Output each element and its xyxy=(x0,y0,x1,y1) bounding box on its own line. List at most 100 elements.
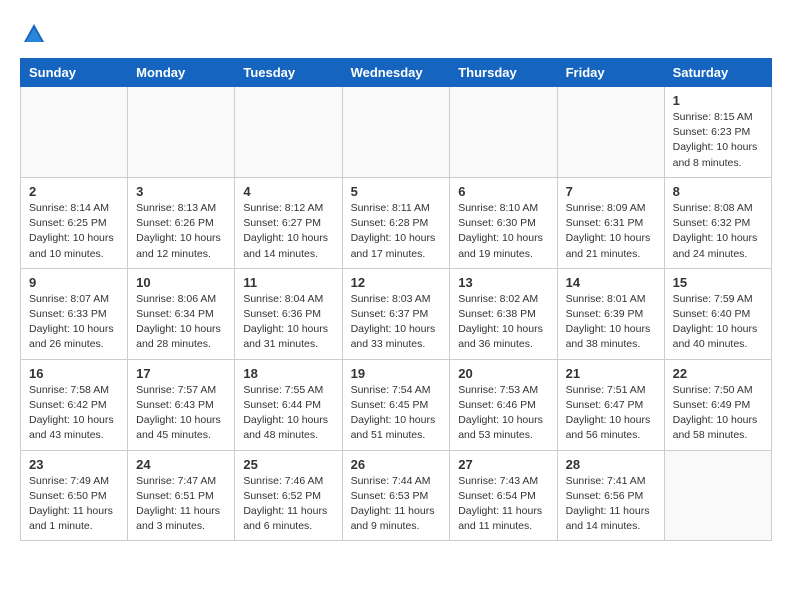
day-info: Sunrise: 7:55 AM Sunset: 6:44 PM Dayligh… xyxy=(243,383,333,444)
calendar-cell: 26 Sunrise: 7:44 AM Sunset: 6:53 PM Dayli… xyxy=(342,450,450,541)
calendar-cell: 1Sunrise: 8:15 AM Sunset: 6:23 PM Daylig… xyxy=(664,87,771,178)
day-number: 16 xyxy=(29,366,119,381)
calendar-cell: 12 Sunrise: 8:03 AM Sunset: 6:37 PM Dayli… xyxy=(342,268,450,359)
week-row-3: 9 Sunrise: 8:07 AM Sunset: 6:33 PM Daylig… xyxy=(21,268,772,359)
day-number: 26 xyxy=(351,457,442,472)
day-info: Sunrise: 8:04 AM Sunset: 6:36 PM Dayligh… xyxy=(243,292,333,353)
day-number: 5 xyxy=(351,184,442,199)
calendar-cell: 23 Sunrise: 7:49 AM Sunset: 6:50 PM Dayli… xyxy=(21,450,128,541)
day-number: 20 xyxy=(458,366,548,381)
weekday-header-saturday: Saturday xyxy=(664,59,771,87)
day-info: Sunrise: 7:47 AM Sunset: 6:51 PM Dayligh… xyxy=(136,474,226,535)
day-number: 4 xyxy=(243,184,333,199)
day-number: 21 xyxy=(566,366,656,381)
day-info: Sunrise: 7:53 AM Sunset: 6:46 PM Dayligh… xyxy=(458,383,548,444)
day-number: 22 xyxy=(673,366,763,381)
calendar-cell: 17 Sunrise: 7:57 AM Sunset: 6:43 PM Dayli… xyxy=(128,359,235,450)
calendar-cell: 8 Sunrise: 8:08 AM Sunset: 6:32 PM Daylig… xyxy=(664,177,771,268)
day-info: Sunrise: 8:02 AM Sunset: 6:38 PM Dayligh… xyxy=(458,292,548,353)
day-info: Sunrise: 8:08 AM Sunset: 6:32 PM Dayligh… xyxy=(673,201,763,262)
day-info: Sunrise: 8:14 AM Sunset: 6:25 PM Dayligh… xyxy=(29,201,119,262)
day-number: 25 xyxy=(243,457,333,472)
calendar-cell: 7Sunrise: 8:09 AM Sunset: 6:31 PM Daylig… xyxy=(557,177,664,268)
calendar-cell xyxy=(450,87,557,178)
week-row-4: 16 Sunrise: 7:58 AM Sunset: 6:42 PM Dayli… xyxy=(21,359,772,450)
calendar-cell: 6 Sunrise: 8:10 AM Sunset: 6:30 PM Daylig… xyxy=(450,177,557,268)
day-info: Sunrise: 8:09 AM Sunset: 6:31 PM Dayligh… xyxy=(566,201,656,262)
calendar-cell: 5 Sunrise: 8:11 AM Sunset: 6:28 PM Daylig… xyxy=(342,177,450,268)
day-info: Sunrise: 7:57 AM Sunset: 6:43 PM Dayligh… xyxy=(136,383,226,444)
day-info: Sunrise: 7:49 AM Sunset: 6:50 PM Dayligh… xyxy=(29,474,119,535)
calendar-cell xyxy=(21,87,128,178)
day-info: Sunrise: 8:06 AM Sunset: 6:34 PM Dayligh… xyxy=(136,292,226,353)
day-info: Sunrise: 7:59 AM Sunset: 6:40 PM Dayligh… xyxy=(673,292,763,353)
day-info: Sunrise: 8:01 AM Sunset: 6:39 PM Dayligh… xyxy=(566,292,656,353)
calendar-cell: 22 Sunrise: 7:50 AM Sunset: 6:49 PM Dayli… xyxy=(664,359,771,450)
day-info: Sunrise: 7:58 AM Sunset: 6:42 PM Dayligh… xyxy=(29,383,119,444)
day-number: 2 xyxy=(29,184,119,199)
day-info: Sunrise: 8:12 AM Sunset: 6:27 PM Dayligh… xyxy=(243,201,333,262)
calendar-cell: 15 Sunrise: 7:59 AM Sunset: 6:40 PM Dayli… xyxy=(664,268,771,359)
week-row-5: 23 Sunrise: 7:49 AM Sunset: 6:50 PM Dayli… xyxy=(21,450,772,541)
calendar-cell xyxy=(664,450,771,541)
calendar-cell: 3Sunrise: 8:13 AM Sunset: 6:26 PM Daylig… xyxy=(128,177,235,268)
day-number: 28 xyxy=(566,457,656,472)
day-number: 23 xyxy=(29,457,119,472)
day-info: Sunrise: 8:07 AM Sunset: 6:33 PM Dayligh… xyxy=(29,292,119,353)
week-row-2: 2 Sunrise: 8:14 AM Sunset: 6:25 PM Daylig… xyxy=(21,177,772,268)
day-number: 27 xyxy=(458,457,548,472)
calendar-cell xyxy=(235,87,342,178)
day-number: 17 xyxy=(136,366,226,381)
day-number: 13 xyxy=(458,275,548,290)
calendar-cell xyxy=(128,87,235,178)
calendar-cell: 11 Sunrise: 8:04 AM Sunset: 6:36 PM Dayli… xyxy=(235,268,342,359)
day-number: 9 xyxy=(29,275,119,290)
day-number: 10 xyxy=(136,275,226,290)
calendar-cell: 28 Sunrise: 7:41 AM Sunset: 6:56 PM Dayli… xyxy=(557,450,664,541)
page-header xyxy=(20,20,772,48)
calendar-cell: 18 Sunrise: 7:55 AM Sunset: 6:44 PM Dayli… xyxy=(235,359,342,450)
weekday-header-tuesday: Tuesday xyxy=(235,59,342,87)
day-info: Sunrise: 8:15 AM Sunset: 6:23 PM Dayligh… xyxy=(673,110,763,171)
day-info: Sunrise: 8:10 AM Sunset: 6:30 PM Dayligh… xyxy=(458,201,548,262)
day-info: Sunrise: 7:44 AM Sunset: 6:53 PM Dayligh… xyxy=(351,474,442,535)
calendar-cell: 13 Sunrise: 8:02 AM Sunset: 6:38 PM Dayli… xyxy=(450,268,557,359)
calendar-cell: 9 Sunrise: 8:07 AM Sunset: 6:33 PM Daylig… xyxy=(21,268,128,359)
day-number: 11 xyxy=(243,275,333,290)
weekday-header-sunday: Sunday xyxy=(21,59,128,87)
calendar: SundayMondayTuesdayWednesdayThursdayFrid… xyxy=(20,58,772,541)
day-info: Sunrise: 8:11 AM Sunset: 6:28 PM Dayligh… xyxy=(351,201,442,262)
day-info: Sunrise: 8:03 AM Sunset: 6:37 PM Dayligh… xyxy=(351,292,442,353)
logo xyxy=(20,20,52,48)
calendar-cell: 27 Sunrise: 7:43 AM Sunset: 6:54 PM Dayli… xyxy=(450,450,557,541)
calendar-cell: 14Sunrise: 8:01 AM Sunset: 6:39 PM Dayli… xyxy=(557,268,664,359)
day-info: Sunrise: 7:54 AM Sunset: 6:45 PM Dayligh… xyxy=(351,383,442,444)
weekday-header-thursday: Thursday xyxy=(450,59,557,87)
day-info: Sunrise: 7:41 AM Sunset: 6:56 PM Dayligh… xyxy=(566,474,656,535)
day-number: 3 xyxy=(136,184,226,199)
day-number: 18 xyxy=(243,366,333,381)
calendar-cell xyxy=(557,87,664,178)
day-number: 12 xyxy=(351,275,442,290)
calendar-cell: 4 Sunrise: 8:12 AM Sunset: 6:27 PM Daylig… xyxy=(235,177,342,268)
calendar-cell: 20 Sunrise: 7:53 AM Sunset: 6:46 PM Dayli… xyxy=(450,359,557,450)
week-row-1: 1Sunrise: 8:15 AM Sunset: 6:23 PM Daylig… xyxy=(21,87,772,178)
day-info: Sunrise: 7:51 AM Sunset: 6:47 PM Dayligh… xyxy=(566,383,656,444)
logo-icon xyxy=(20,20,48,48)
calendar-cell: 10 Sunrise: 8:06 AM Sunset: 6:34 PM Dayli… xyxy=(128,268,235,359)
day-number: 6 xyxy=(458,184,548,199)
calendar-cell: 21 Sunrise: 7:51 AM Sunset: 6:47 PM Dayli… xyxy=(557,359,664,450)
day-info: Sunrise: 7:46 AM Sunset: 6:52 PM Dayligh… xyxy=(243,474,333,535)
weekday-header-row: SundayMondayTuesdayWednesdayThursdayFrid… xyxy=(21,59,772,87)
calendar-cell: 16 Sunrise: 7:58 AM Sunset: 6:42 PM Dayli… xyxy=(21,359,128,450)
calendar-cell xyxy=(342,87,450,178)
calendar-cell: 19Sunrise: 7:54 AM Sunset: 6:45 PM Dayli… xyxy=(342,359,450,450)
day-info: Sunrise: 7:50 AM Sunset: 6:49 PM Dayligh… xyxy=(673,383,763,444)
day-number: 15 xyxy=(673,275,763,290)
day-number: 24 xyxy=(136,457,226,472)
weekday-header-monday: Monday xyxy=(128,59,235,87)
weekday-header-friday: Friday xyxy=(557,59,664,87)
day-number: 8 xyxy=(673,184,763,199)
day-info: Sunrise: 7:43 AM Sunset: 6:54 PM Dayligh… xyxy=(458,474,548,535)
calendar-cell: 25 Sunrise: 7:46 AM Sunset: 6:52 PM Dayli… xyxy=(235,450,342,541)
